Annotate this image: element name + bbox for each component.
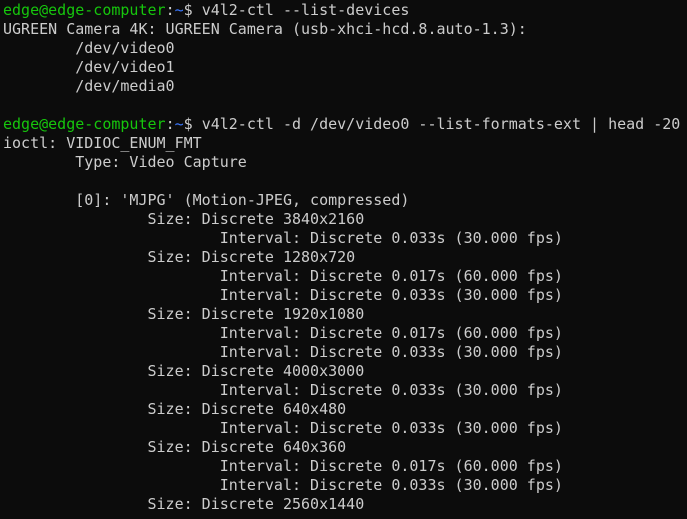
command-text: v4l2-ctl -d /dev/video0 --list-formats-e… bbox=[201, 115, 681, 133]
output-line: Interval: Discrete 0.033s (30.000 fps) bbox=[3, 476, 563, 494]
output-line: Interval: Discrete 0.033s (30.000 fps) bbox=[3, 286, 563, 304]
prompt-symbol: $ bbox=[183, 1, 202, 19]
output-line: Size: Discrete 3840x2160 bbox=[3, 210, 365, 228]
output-line: Type: Video Capture bbox=[3, 153, 247, 171]
terminal-window[interactable]: edge@edge-computer:~$ v4l2-ctl --list-de… bbox=[0, 0, 687, 519]
output-line: Interval: Discrete 0.017s (60.000 fps) bbox=[3, 267, 563, 285]
output-line: Interval: Discrete 0.033s (30.000 fps) bbox=[3, 381, 563, 399]
prompt-symbol: $ bbox=[183, 115, 202, 133]
prompt-separator: : bbox=[165, 115, 175, 133]
output-line: Interval: Discrete 0.033s (30.000 fps) bbox=[3, 229, 563, 247]
prompt-line-2: edge@edge-computer:~$ v4l2-ctl -d /dev/v… bbox=[3, 115, 687, 134]
output-line: /dev/video1 bbox=[3, 58, 175, 76]
command-text: v4l2-ctl --list-devices bbox=[201, 1, 410, 19]
output-line: Size: Discrete 640x480 bbox=[3, 400, 347, 418]
output-line: Interval: Discrete 0.017s (60.000 fps) bbox=[3, 457, 563, 475]
output-line: ioctl: VIDIOC_ENUM_FMT bbox=[3, 134, 202, 152]
output-line: Size: Discrete 640x360 bbox=[3, 438, 347, 456]
output-line: Interval: Discrete 0.033s (30.000 fps) bbox=[3, 343, 563, 361]
prompt-separator: : bbox=[165, 1, 175, 19]
output-line: Size: Discrete 4000x3000 bbox=[3, 362, 365, 380]
prompt-path: ~ bbox=[174, 115, 184, 133]
prompt-user-host: edge@edge-computer bbox=[3, 1, 166, 19]
output-line: Size: Discrete 1920x1080 bbox=[3, 305, 365, 323]
output-line: Size: Discrete 1280x720 bbox=[3, 248, 356, 266]
output-line: [0]: 'MJPG' (Motion-JPEG, compressed) bbox=[3, 191, 410, 209]
output-line: Interval: Discrete 0.017s (60.000 fps) bbox=[3, 324, 563, 342]
output-line: /dev/media0 bbox=[3, 77, 175, 95]
prompt-path: ~ bbox=[174, 1, 184, 19]
output-line: UGREEN Camera 4K: UGREEN Camera (usb-xhc… bbox=[3, 20, 527, 38]
prompt-user-host: edge@edge-computer bbox=[3, 115, 166, 133]
output-line: Interval: Discrete 0.033s (30.000 fps) bbox=[3, 419, 563, 437]
output-line: Size: Discrete 2560x1440 bbox=[3, 495, 365, 513]
prompt-line-1: edge@edge-computer:~$ v4l2-ctl --list-de… bbox=[3, 1, 687, 20]
output-line: /dev/video0 bbox=[3, 39, 175, 57]
